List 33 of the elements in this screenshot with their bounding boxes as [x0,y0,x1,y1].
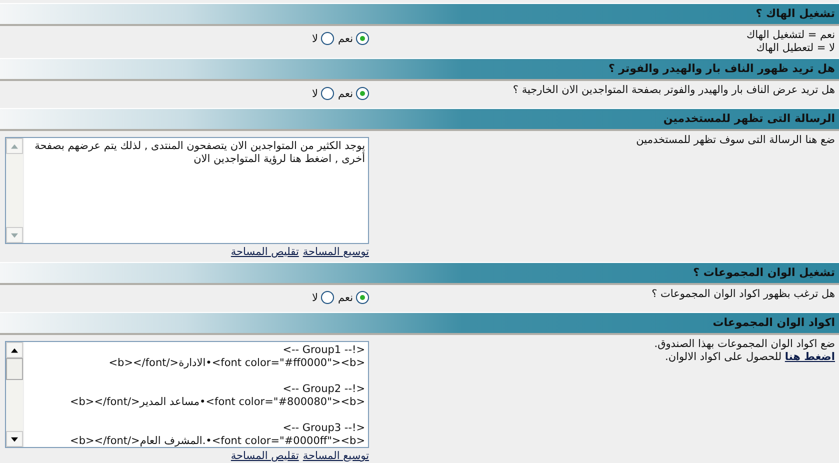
radio-button[interactable] [356,87,369,100]
section-header: هل تريد ظهور الناف بار والهيدر والفوتر ؟ [0,58,839,81]
radio-button[interactable] [356,32,369,45]
description-text: اضغط هنا للحصول على اكواد الالوان. [664,351,835,364]
description-text: نعم = لتشغيل الهاك [745,29,835,42]
description-text: ضع اكواد الوان المجموعات بهذا الصندوق. [653,338,835,351]
resize-link[interactable]: تقليص المساحة [230,450,299,463]
scroll-thumb[interactable] [6,358,23,380]
resize-link[interactable]: توسيع المساحة [302,450,369,463]
radio-label: نعم [338,88,353,100]
radio-label: لا [312,292,318,304]
section-header: تشغيل الهاك ؟ [0,3,839,26]
description-text: ضع هنا الرسالة التى سوف تظهر للمستخدمين [635,134,835,147]
section-header: اكواد الوان المجموعات [0,312,839,335]
radio-label: لا [312,32,318,44]
radio-button[interactable] [321,291,334,304]
resize-link[interactable]: تقليص المساحة [230,246,299,259]
description-text: هل تريد عرض الناف بار والهيدر والفوتر بصفحة المتواجدين الان الخارجية ؟ [512,84,835,97]
scrollbar[interactable] [6,342,24,447]
description-text: لا = لتعطيل الهاك [755,42,835,55]
section-header: الرسالة التى تظهر للمستخدمين [0,108,839,131]
down-arrow-icon[interactable] [11,436,18,442]
click-here-link[interactable]: اضغط هنا [784,351,835,363]
radio-label: نعم [338,292,353,304]
up-arrow-icon[interactable] [11,348,18,352]
section-header: تشغيل الوان المجموعات ؟ [0,262,839,285]
radio-label: لا [312,88,318,100]
radio-button[interactable] [321,32,334,45]
radio-button[interactable] [356,291,369,304]
radio-label: نعم [338,32,353,44]
radio-button[interactable] [321,87,334,100]
resize-link[interactable]: توسيع المساحة [302,246,369,259]
description-text: هل ترغب بظهور اكواد الوان المجموعات ؟ [650,288,835,301]
